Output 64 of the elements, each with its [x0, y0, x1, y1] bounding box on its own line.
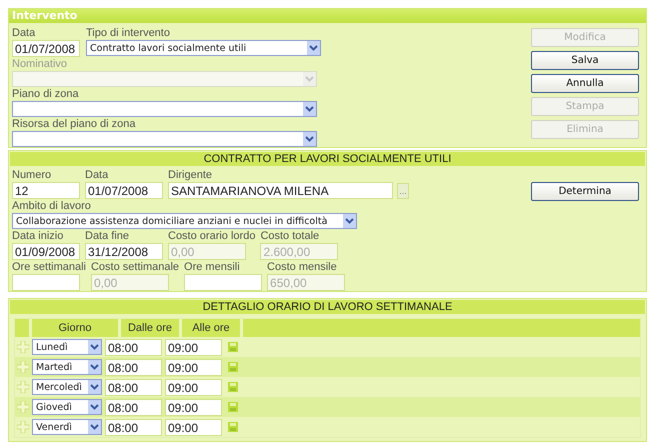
add-icon[interactable] [17, 341, 29, 353]
field-label: Ambito di lavoro [12, 199, 92, 213]
day-dropdown[interactable]: Venerdì [32, 419, 102, 435]
input-field[interactable]: SANTAMARIANOVA MILENA [168, 182, 393, 199]
input-field[interactable]: 01/07/2008 [12, 40, 80, 57]
save-icon[interactable] [228, 422, 238, 432]
action-button[interactable]: Salva [531, 51, 639, 70]
field-label: Dirigente [168, 168, 214, 182]
add-icon[interactable] [17, 381, 29, 393]
dropdown-field[interactable]: Contratto lavori socialmente utili [86, 40, 321, 56]
field-label: Ore mensili [184, 260, 241, 274]
input-field[interactable] [184, 274, 262, 291]
input-field[interactable]: 01/09/2008 [12, 243, 80, 260]
panel-title: Intervento [9, 9, 646, 23]
field-label: Costo mensile [267, 260, 338, 274]
action-button[interactable]: Determina [531, 182, 639, 201]
input-field[interactable]: 31/12/2008 [85, 243, 163, 260]
start-time-field[interactable]: 08:00 [105, 418, 162, 436]
save-icon[interactable] [228, 362, 238, 372]
start-time-field[interactable]: 08:00 [105, 378, 162, 396]
start-time-field[interactable]: 08:00 [105, 358, 162, 376]
field-label: Nominativo [12, 57, 68, 71]
field-label: Tipo di intervento [86, 26, 171, 40]
add-icon[interactable] [17, 401, 29, 413]
start-time-field[interactable]: 08:00 [105, 398, 162, 416]
day-dropdown[interactable]: Lunedì [32, 339, 102, 355]
day-dropdown[interactable]: Mercoledì [32, 379, 102, 395]
input-field[interactable]: 01/07/2008 [85, 182, 163, 199]
end-time-field[interactable]: 09:00 [165, 338, 222, 356]
end-time-field[interactable]: 09:00 [165, 378, 222, 396]
save-icon[interactable] [228, 402, 238, 412]
field-label: Costo totale [260, 229, 320, 243]
input-field[interactable] [12, 274, 80, 291]
field-label: Ore settimanali [12, 260, 86, 274]
save-icon[interactable] [228, 382, 238, 392]
field-label: Costo settimanale [90, 260, 180, 274]
add-icon[interactable] [17, 361, 29, 373]
dropdown-field[interactable] [12, 131, 317, 147]
column-header: Giorno [32, 319, 118, 337]
add-icon[interactable] [17, 421, 29, 433]
input-field[interactable]: 12 [12, 182, 80, 199]
section-header: CONTRATTO PER LAVORI SOCIALMENTE UTILI [10, 152, 645, 166]
field-label: Data inizio [12, 229, 64, 243]
end-time-field[interactable]: 09:00 [165, 358, 222, 376]
action-button[interactable]: Annulla [531, 74, 639, 93]
end-time-field[interactable]: 09:00 [165, 398, 222, 416]
field-label: Data [12, 26, 36, 40]
field-label: Numero [12, 168, 52, 182]
field-label: Data fine [85, 229, 130, 243]
start-time-field[interactable]: 08:00 [105, 338, 162, 356]
day-dropdown[interactable]: Martedì [32, 359, 102, 375]
field-label: Costo orario lordo [168, 229, 256, 243]
column-header: Alle ore [182, 319, 240, 337]
dropdown-field[interactable] [12, 101, 317, 117]
save-icon[interactable] [228, 342, 238, 352]
dropdown-field[interactable]: Collaborazione assistenza domiciliare anziani e nuclei in difficoltà [12, 213, 357, 229]
day-dropdown[interactable]: Giovedì [32, 399, 102, 415]
field-label: Piano di zona [12, 87, 80, 101]
section-header: DETTAGLIO ORARIO DI LAVORO SETTIMANALE [10, 300, 645, 314]
end-time-field[interactable]: 09:00 [165, 418, 222, 436]
header-cell [15, 319, 29, 337]
field-label: Data [85, 168, 110, 182]
column-header: Dalle ore [121, 319, 179, 337]
field-label: Risorsa del piano di zona [12, 117, 137, 131]
